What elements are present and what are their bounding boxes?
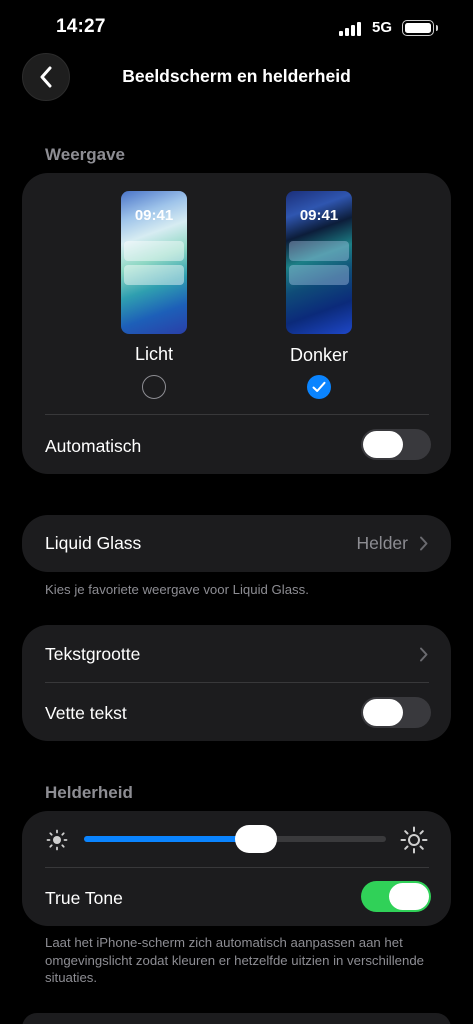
bold-text-toggle[interactable] bbox=[361, 697, 431, 728]
dark-mode-label: Donker bbox=[289, 345, 349, 365]
chevron-right-icon bbox=[420, 536, 428, 551]
network-label: 5G bbox=[372, 19, 393, 36]
true-tone-label: True Tone bbox=[45, 888, 123, 908]
liquid-glass-value: Helder bbox=[356, 533, 408, 553]
text-size-label: Tekstgrootte bbox=[45, 644, 141, 664]
dark-mode-radio[interactable] bbox=[307, 375, 331, 399]
automatic-label: Automatisch bbox=[45, 436, 142, 456]
section-header-appearance: Weergave bbox=[45, 145, 126, 164]
liquid-glass-label: Liquid Glass bbox=[45, 533, 142, 553]
next-card-partial bbox=[22, 1013, 451, 1024]
sun-small-icon bbox=[46, 829, 68, 851]
true-tone-footnote: Laat het iPhone-scherm zich automatisch … bbox=[45, 935, 424, 985]
signal-icon bbox=[339, 22, 361, 36]
preview-clock: 09:41 bbox=[134, 207, 174, 224]
section-header-brightness: Helderheid bbox=[45, 783, 133, 802]
light-mode-radio[interactable] bbox=[142, 375, 166, 399]
brightness-slider-fill bbox=[84, 836, 257, 842]
chevron-right-icon bbox=[420, 647, 428, 662]
light-mode-preview[interactable]: 09:41 bbox=[121, 191, 187, 334]
bold-text-label: Vette tekst bbox=[45, 703, 127, 723]
brightness-slider-thumb[interactable] bbox=[235, 825, 278, 853]
preview-clock: 09:41 bbox=[299, 207, 339, 224]
text-size-row[interactable]: Tekstgrootte bbox=[22, 625, 451, 682]
brightness-card: True Tone bbox=[22, 811, 451, 926]
text-card: Tekstgrootte Vette tekst bbox=[22, 625, 451, 741]
status-time: 14:27 bbox=[56, 16, 106, 37]
checkmark-icon bbox=[312, 381, 326, 392]
liquid-glass-footnote: Kies je favoriete weergave voor Liquid G… bbox=[45, 582, 309, 597]
status-bar: 14:27 5G bbox=[0, 0, 473, 56]
light-mode-label: Licht bbox=[134, 344, 174, 364]
sun-large-icon bbox=[400, 826, 428, 854]
battery-icon bbox=[402, 20, 438, 36]
appearance-card: 09:41 09:41 Licht Donker Automatisch bbox=[22, 173, 451, 474]
page-title: Beeldscherm en helderheid bbox=[122, 66, 351, 86]
automatic-toggle[interactable] bbox=[361, 429, 431, 460]
liquid-glass-row[interactable]: Liquid Glass Helder bbox=[22, 515, 451, 572]
dark-mode-preview[interactable]: 09:41 bbox=[286, 191, 352, 334]
true-tone-toggle[interactable] bbox=[361, 881, 431, 912]
